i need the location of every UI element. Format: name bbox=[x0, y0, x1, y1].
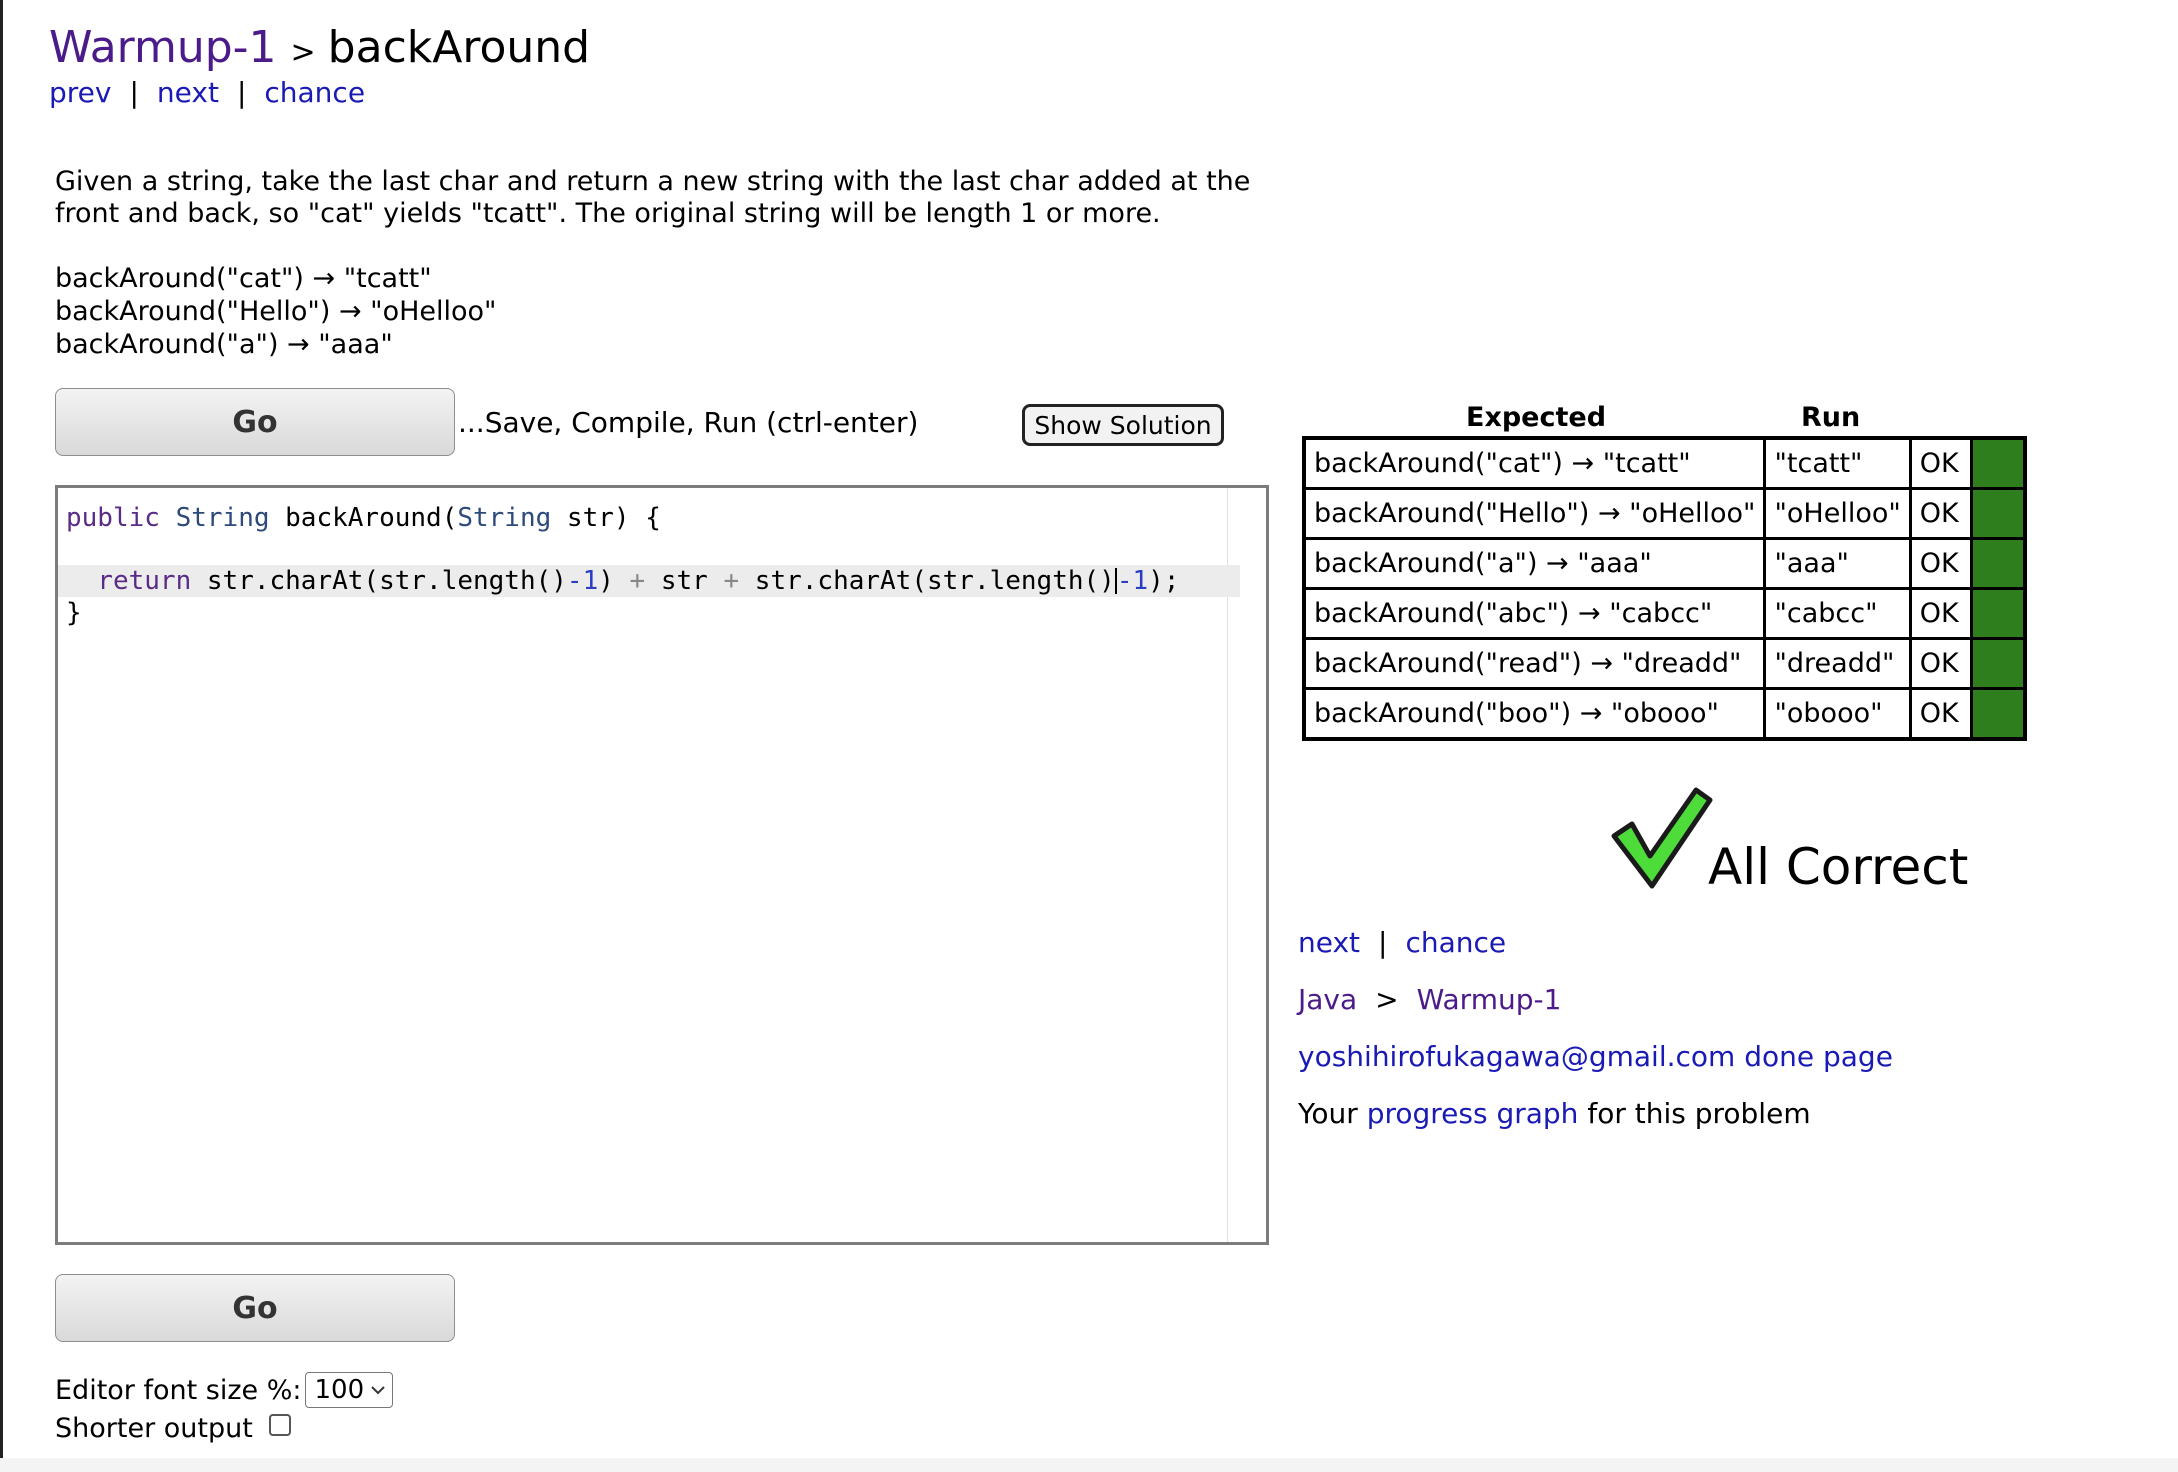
breadcrumb-separator: > bbox=[290, 35, 316, 70]
window-left-edge bbox=[0, 0, 3, 1472]
run-cell: "cabcc" bbox=[1763, 587, 1912, 640]
status-cell: OK bbox=[1908, 587, 1973, 640]
pass-indicator bbox=[1969, 687, 2027, 741]
status-cell: OK bbox=[1908, 637, 1973, 690]
prev-link[interactable]: prev bbox=[49, 76, 111, 109]
font-size-value: 100 bbox=[314, 1375, 365, 1405]
table-row: backAround("a") → "aaa" "aaa" OK bbox=[1302, 537, 2027, 590]
expected-cell: backAround("a") → "aaa" bbox=[1302, 537, 1767, 590]
run-cell: "dreadd" bbox=[1763, 637, 1912, 690]
code-token: ) bbox=[598, 566, 614, 596]
bottom-nav: next | chance bbox=[1298, 926, 1506, 959]
table-row: backAround("Hello") → "oHelloo" "oHelloo… bbox=[1302, 487, 2027, 540]
code-token: return bbox=[97, 566, 192, 596]
save-compile-run-hint: ...Save, Compile, Run (ctrl-enter) bbox=[458, 406, 919, 439]
editor-print-margin bbox=[1227, 488, 1228, 1242]
show-solution-button[interactable]: Show Solution bbox=[1022, 404, 1224, 446]
progress-suffix: for this problem bbox=[1587, 1097, 1811, 1130]
next-link[interactable]: next bbox=[157, 76, 219, 109]
pass-indicator bbox=[1969, 436, 2027, 490]
done-page-row: yoshihirofukagawa@gmail.com done page bbox=[1298, 1040, 1893, 1073]
next-link-bottom[interactable]: next bbox=[1298, 926, 1360, 959]
code-token: str bbox=[660, 566, 708, 596]
status-cell: OK bbox=[1908, 487, 1973, 540]
language-breadcrumb: Java > Warmup-1 bbox=[1298, 983, 1561, 1016]
code-token: str.charAt(str.length() bbox=[754, 566, 1115, 596]
table-row: backAround("cat") → "tcatt" "tcatt" OK bbox=[1302, 436, 2027, 490]
run-header: Run bbox=[1801, 402, 1861, 433]
expected-header: Expected bbox=[1466, 402, 1607, 433]
all-correct-text: All Correct bbox=[1708, 838, 1969, 896]
chance-link[interactable]: chance bbox=[264, 76, 365, 109]
code-token: str.charAt(str.length() bbox=[206, 566, 567, 596]
expected-cell: backAround("abc") → "cabcc" bbox=[1302, 587, 1767, 640]
font-size-control: Editor font size %: 100 bbox=[55, 1372, 394, 1408]
code-token: ); bbox=[1148, 566, 1180, 596]
run-cell: "tcatt" bbox=[1763, 436, 1912, 490]
code-editor[interactable]: public String backAround(String str) { r… bbox=[55, 485, 1269, 1245]
progress-prefix: Your bbox=[1298, 1097, 1358, 1130]
font-size-label: Editor font size %: bbox=[55, 1374, 302, 1406]
progress-graph-row: Your progress graph for this problem bbox=[1298, 1097, 1811, 1130]
example-line: backAround("a") → "aaa" bbox=[55, 329, 393, 360]
table-row: backAround("boo") → "obooo" "obooo" OK bbox=[1302, 687, 2027, 741]
code-token: backAround( bbox=[285, 503, 458, 533]
results-table: backAround("cat") → "tcatt" "tcatt" OK b… bbox=[1302, 436, 2027, 741]
code-token: String bbox=[457, 503, 552, 533]
progress-graph-link[interactable]: progress graph bbox=[1367, 1097, 1579, 1130]
done-page-link[interactable]: yoshihirofukagawa@gmail.com done page bbox=[1298, 1040, 1893, 1073]
chance-link-bottom[interactable]: chance bbox=[1405, 926, 1506, 959]
go-button-bottom[interactable]: Go bbox=[55, 1274, 455, 1342]
warmup-link[interactable]: Warmup-1 bbox=[1417, 983, 1562, 1016]
expected-cell: backAround("Hello") → "oHelloo" bbox=[1302, 487, 1767, 540]
chevron-down-icon bbox=[371, 1386, 386, 1395]
code-token: + bbox=[723, 566, 740, 596]
code-line-3[interactable]: } bbox=[66, 597, 82, 629]
top-nav: prev | next | chance bbox=[49, 76, 365, 109]
section-link[interactable]: Warmup-1 bbox=[49, 22, 277, 73]
run-cell: "obooo" bbox=[1763, 687, 1912, 741]
status-cell: OK bbox=[1908, 436, 1973, 490]
code-line-2-active[interactable]: return str.charAt(str.length()-1) + str … bbox=[58, 565, 1240, 597]
nav-divider: | bbox=[1378, 926, 1388, 959]
pass-indicator bbox=[1969, 587, 2027, 640]
page-header: Warmup-1 > backAround bbox=[49, 22, 590, 73]
expected-cell: backAround("cat") → "tcatt" bbox=[1302, 436, 1767, 490]
problem-statement: Given a string, take the last char and r… bbox=[55, 166, 1251, 229]
problem-title: backAround bbox=[327, 22, 591, 73]
shorter-output-label: Shorter output bbox=[55, 1413, 253, 1444]
pass-indicator bbox=[1969, 637, 2027, 690]
expected-cell: backAround("boo") → "obooo" bbox=[1302, 687, 1767, 741]
status-cell: OK bbox=[1908, 687, 1973, 741]
java-link[interactable]: Java bbox=[1298, 983, 1357, 1016]
run-cell: "oHelloo" bbox=[1763, 487, 1912, 540]
example-line: backAround("Hello") → "oHelloo" bbox=[55, 296, 497, 327]
code-token: + bbox=[629, 566, 646, 596]
run-cell: "aaa" bbox=[1763, 537, 1912, 590]
expected-cell: backAround("read") → "dreadd" bbox=[1302, 637, 1767, 690]
code-token: str) { bbox=[566, 503, 661, 533]
nav-divider: | bbox=[129, 76, 139, 109]
breadcrumb-separator: > bbox=[1375, 983, 1399, 1016]
shorter-output-checkbox[interactable] bbox=[268, 1413, 291, 1436]
go-button-top[interactable]: Go bbox=[55, 388, 455, 456]
example-line: backAround("cat") → "tcatt" bbox=[55, 263, 432, 294]
page-bottom-shade bbox=[0, 1458, 2178, 1472]
nav-divider: | bbox=[236, 76, 247, 109]
code-token: public bbox=[66, 503, 160, 533]
table-row: backAround("abc") → "cabcc" "cabcc" OK bbox=[1302, 587, 2027, 640]
code-line-1[interactable]: public String backAround(String str) { bbox=[66, 502, 661, 534]
code-token: -1 bbox=[1116, 566, 1149, 596]
font-size-select[interactable]: 100 bbox=[305, 1372, 394, 1408]
shorter-output-control: Shorter output bbox=[55, 1413, 291, 1444]
code-token: -1 bbox=[566, 566, 599, 596]
green-check-icon bbox=[1611, 787, 1713, 889]
pass-indicator bbox=[1969, 537, 2027, 590]
examples-list: backAround("cat") → "tcatt" backAround("… bbox=[55, 262, 496, 361]
pass-indicator bbox=[1969, 487, 2027, 540]
status-cell: OK bbox=[1908, 537, 1973, 590]
table-row: backAround("read") → "dreadd" "dreadd" O… bbox=[1302, 637, 2027, 690]
code-token: String bbox=[175, 503, 270, 533]
